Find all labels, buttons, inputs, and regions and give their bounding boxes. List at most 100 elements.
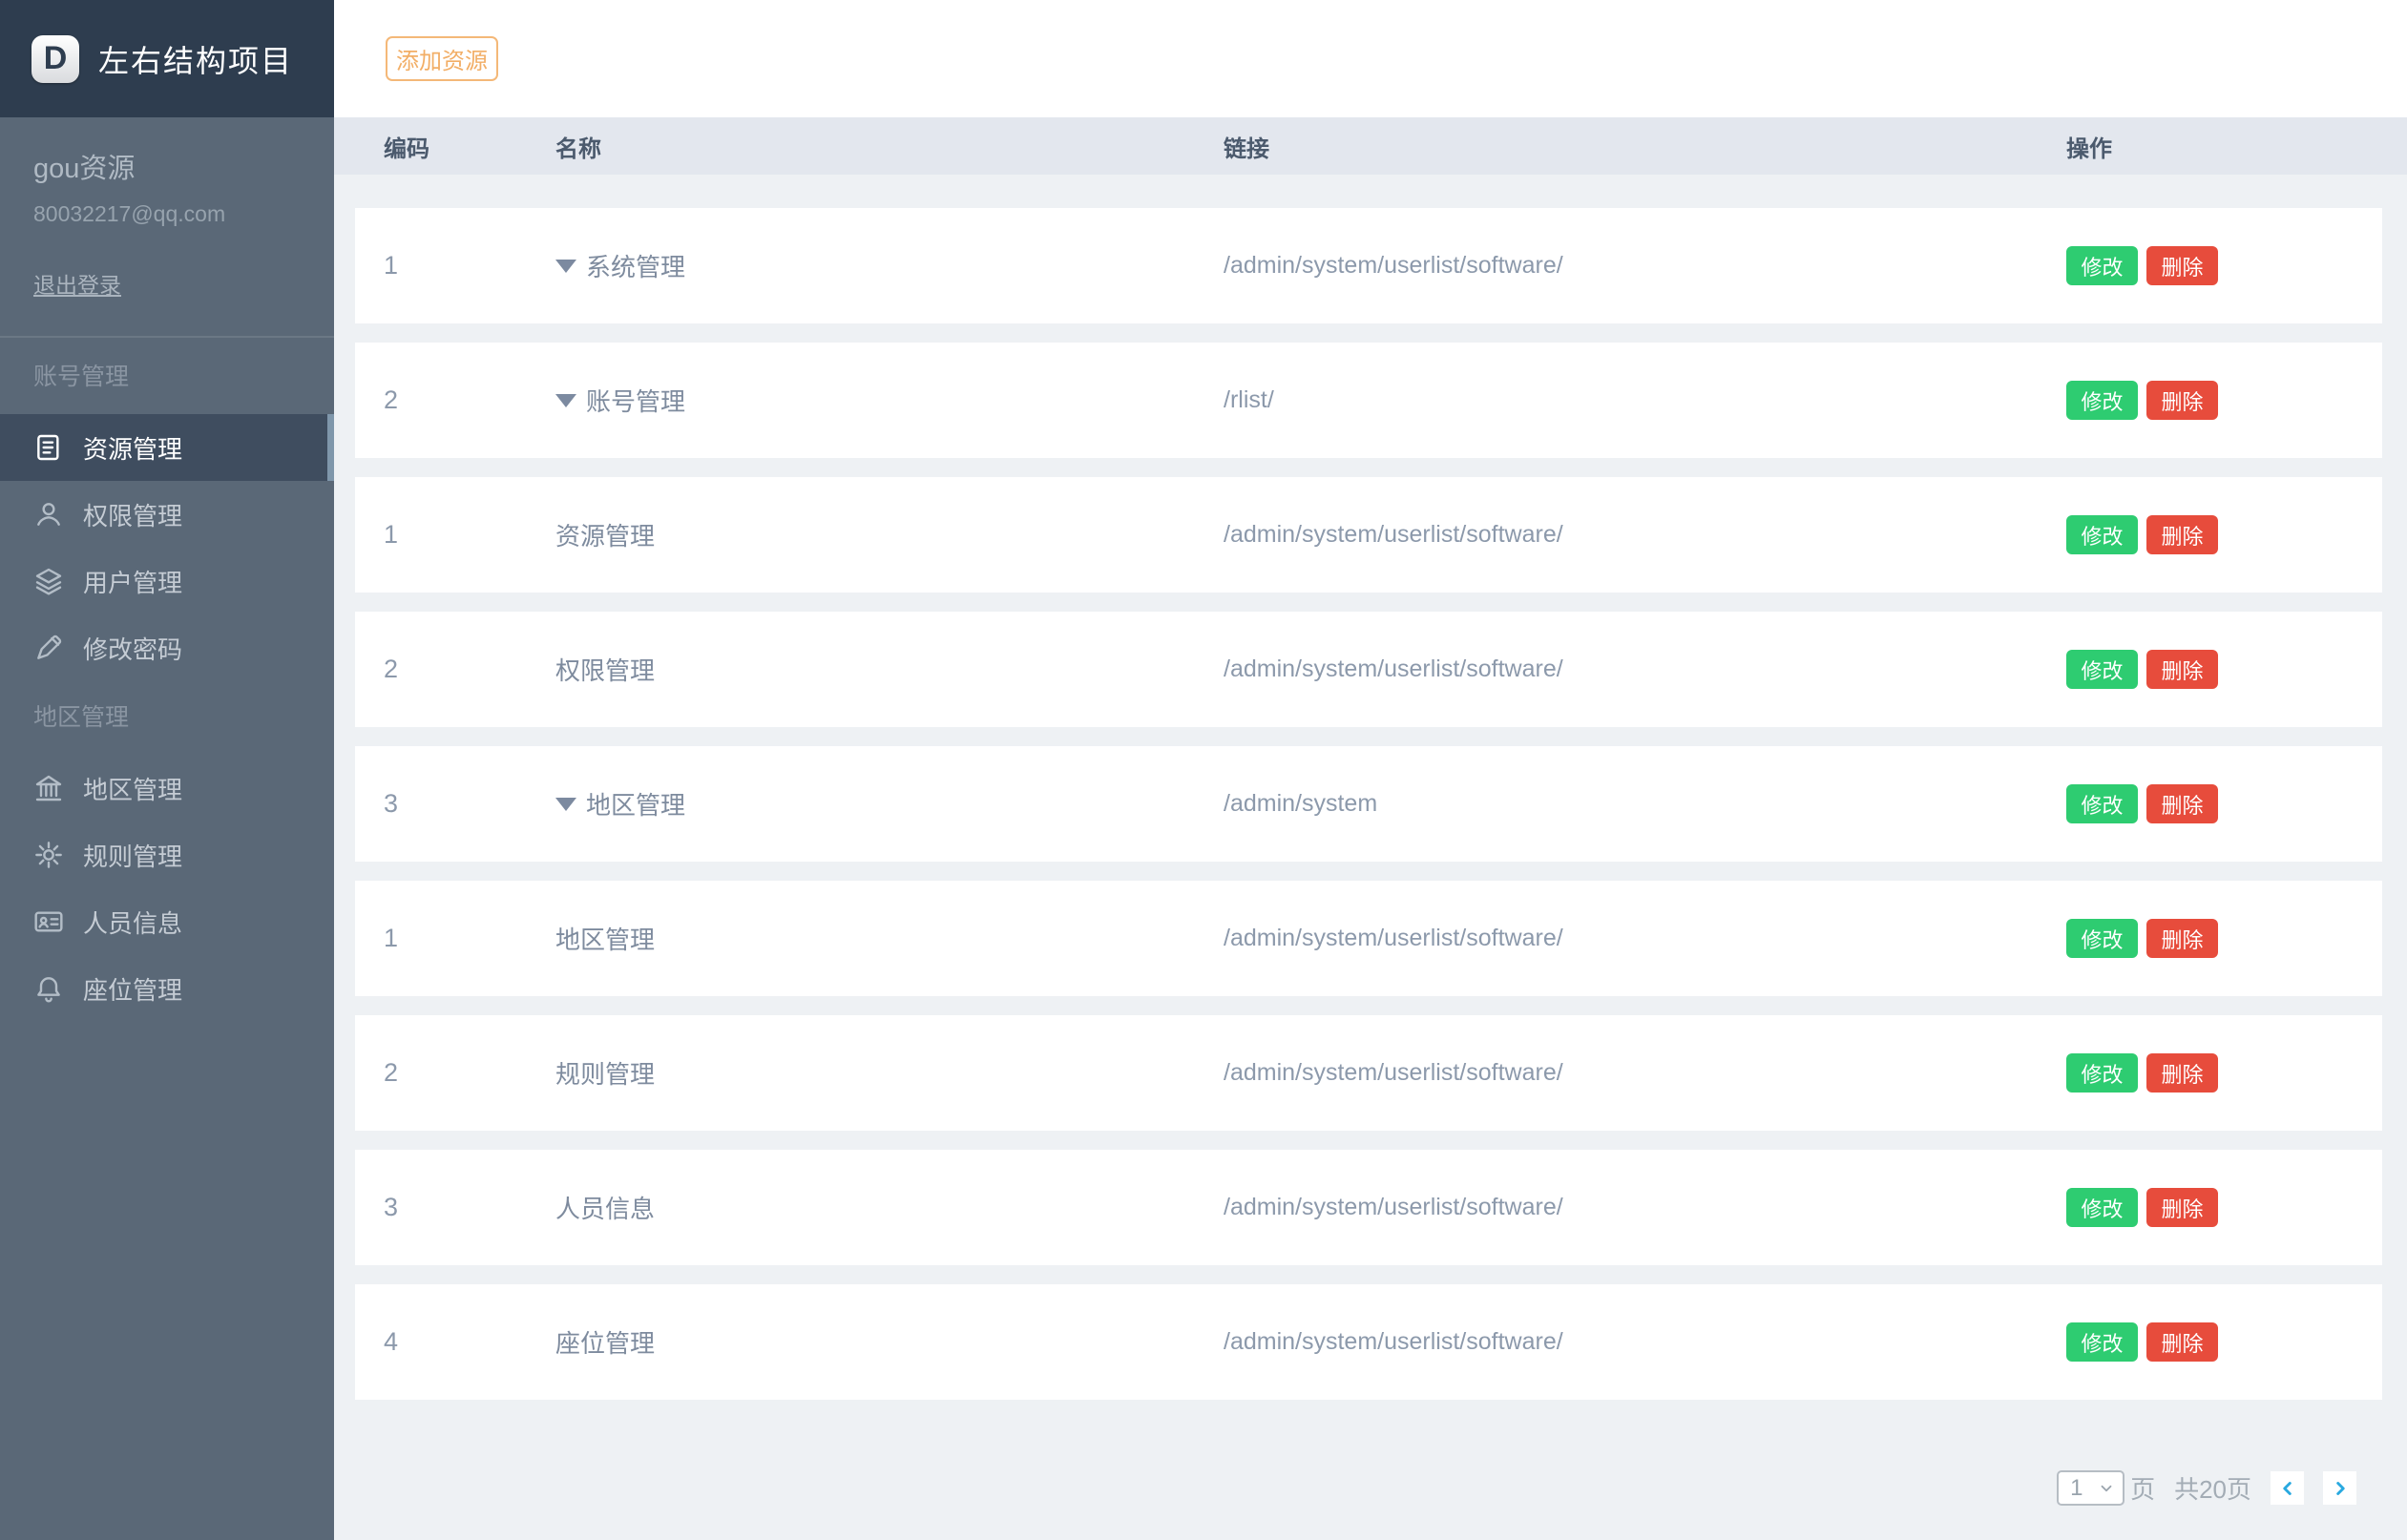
sidebar-item-region-mgmt[interactable]: 地区管理 (0, 755, 334, 822)
sidebar-divider (0, 336, 334, 338)
code-cell: 1 (384, 520, 555, 550)
page-word-label: 页 (2130, 1470, 2155, 1506)
resource-name: 系统管理 (586, 248, 685, 283)
link-cell: /admin/system/userlist/software/ (1224, 521, 2066, 549)
edit-button[interactable]: 修改 (2066, 246, 2138, 285)
resource-name: 资源管理 (555, 517, 655, 552)
sidebar-item-permission-mgmt[interactable]: 权限管理 (0, 481, 334, 548)
ops-cell: 修改 删除 (2066, 381, 2382, 420)
prev-page-button[interactable] (2271, 1471, 2304, 1505)
sidebar-item-rule-mgmt[interactable]: 规则管理 (0, 822, 334, 888)
add-resource-button[interactable]: 添加资源 (386, 36, 498, 81)
sidebar-item-personnel-info[interactable]: 人员信息 (0, 888, 334, 955)
delete-button[interactable]: 删除 (2146, 515, 2218, 554)
table-row: 2 规则管理 /admin/system/userlist/software/ … (355, 1015, 2382, 1131)
name-cell: 系统管理 (555, 248, 1224, 283)
sidebar-item-label: 人员信息 (83, 905, 182, 940)
code-cell: 2 (384, 655, 555, 684)
name-cell: 座位管理 (555, 1324, 1224, 1360)
sidebar-item-label: 权限管理 (83, 497, 182, 532)
edit-button[interactable]: 修改 (2066, 1188, 2138, 1227)
user-block: gou资源 80032217@qq.com (0, 117, 334, 227)
column-header-name: 名称 (555, 130, 1224, 163)
bank-icon (33, 773, 64, 803)
table-row: 3 人员信息 /admin/system/userlist/software/ … (355, 1150, 2382, 1265)
delete-button[interactable]: 删除 (2146, 1188, 2218, 1227)
ops-cell: 修改 删除 (2066, 1053, 2382, 1093)
logout-link[interactable]: 退出登录 (33, 267, 334, 300)
sidebar-item-seat-mgmt[interactable]: 座位管理 (0, 955, 334, 1022)
edit-button[interactable]: 修改 (2066, 650, 2138, 689)
sidebar-nav-region: 地区管理 规则管理 人员信息 (0, 755, 334, 1022)
sidebar: D 左右结构项目 gou资源 80032217@qq.com 退出登录 账号管理… (0, 0, 334, 1540)
sidebar-item-user-mgmt[interactable]: 用户管理 (0, 548, 334, 614)
edit-button[interactable]: 修改 (2066, 1322, 2138, 1362)
table-row: 2 权限管理 /admin/system/userlist/software/ … (355, 612, 2382, 727)
main-content: 添加资源 编码 名称 链接 操作 1 系统管理 /admin/system/us… (334, 0, 2407, 1540)
id-card-icon (33, 906, 64, 937)
edit-button[interactable]: 修改 (2066, 1053, 2138, 1093)
delete-button[interactable]: 删除 (2146, 1053, 2218, 1093)
link-cell: /rlist/ (1224, 386, 2066, 414)
code-cell: 2 (384, 1058, 555, 1088)
bell-icon (33, 973, 64, 1004)
name-cell: 账号管理 (555, 383, 1224, 418)
link-cell: /admin/system (1224, 790, 2066, 818)
resource-name: 权限管理 (555, 652, 655, 687)
delete-button[interactable]: 删除 (2146, 1322, 2218, 1362)
next-page-button[interactable] (2323, 1471, 2356, 1505)
chevron-down-icon (2098, 1480, 2115, 1497)
column-header-code: 编码 (384, 130, 555, 163)
table-body: 1 系统管理 /admin/system/userlist/software/ … (334, 175, 2407, 1400)
sidebar-item-change-password[interactable]: 修改密码 (0, 614, 334, 681)
ops-cell: 修改 删除 (2066, 515, 2382, 554)
layers-icon (33, 566, 64, 596)
sidebar-section-region: 地区管理 (0, 703, 334, 732)
edit-button[interactable]: 修改 (2066, 381, 2138, 420)
collapse-arrow-icon[interactable] (555, 798, 576, 811)
resource-name: 座位管理 (555, 1324, 655, 1360)
collapse-arrow-icon[interactable] (555, 260, 576, 273)
sidebar-section-account: 账号管理 (0, 363, 334, 391)
link-cell: /admin/system/userlist/software/ (1224, 925, 2066, 952)
ops-cell: 修改 删除 (2066, 919, 2382, 958)
edit-button[interactable]: 修改 (2066, 919, 2138, 958)
delete-button[interactable]: 删除 (2146, 919, 2218, 958)
link-cell: /admin/system/userlist/software/ (1224, 252, 2066, 280)
name-cell: 资源管理 (555, 517, 1224, 552)
name-cell: 人员信息 (555, 1190, 1224, 1225)
delete-button[interactable]: 删除 (2146, 784, 2218, 823)
logo-bar: D 左右结构项目 (0, 0, 334, 117)
edit-button[interactable]: 修改 (2066, 784, 2138, 823)
sidebar-item-label: 资源管理 (83, 430, 182, 466)
sidebar-item-label: 规则管理 (83, 838, 182, 873)
code-cell: 4 (384, 1327, 555, 1357)
delete-button[interactable]: 删除 (2146, 650, 2218, 689)
collapse-arrow-icon[interactable] (555, 394, 576, 407)
user-email: 80032217@qq.com (33, 201, 334, 227)
ops-cell: 修改 删除 (2066, 784, 2382, 823)
code-cell: 3 (384, 789, 555, 819)
link-cell: /admin/system/userlist/software/ (1224, 1194, 2066, 1221)
ops-cell: 修改 删除 (2066, 650, 2382, 689)
page-total-label: 共20页 (2174, 1470, 2251, 1506)
name-cell: 地区管理 (555, 921, 1224, 956)
sidebar-item-label: 修改密码 (83, 631, 182, 666)
delete-button[interactable]: 删除 (2146, 381, 2218, 420)
code-cell: 3 (384, 1193, 555, 1222)
name-cell: 地区管理 (555, 786, 1224, 822)
name-cell: 权限管理 (555, 652, 1224, 687)
code-cell: 1 (384, 924, 555, 953)
delete-button[interactable]: 删除 (2146, 246, 2218, 285)
page-select[interactable]: 1 (2057, 1470, 2124, 1506)
table-row: 1 地区管理 /admin/system/userlist/software/ … (355, 881, 2382, 996)
pagination: 1 页 共20页 (2057, 1470, 2356, 1506)
edit-button[interactable]: 修改 (2066, 515, 2138, 554)
app-title: 左右结构项目 (98, 37, 293, 81)
sidebar-item-resource-mgmt[interactable]: 资源管理 (0, 414, 334, 481)
resource-name: 账号管理 (586, 383, 685, 418)
toolbar: 添加资源 (334, 0, 2407, 117)
user-icon (33, 499, 64, 530)
chevron-right-icon (2330, 1478, 2351, 1499)
resource-name: 人员信息 (555, 1190, 655, 1225)
